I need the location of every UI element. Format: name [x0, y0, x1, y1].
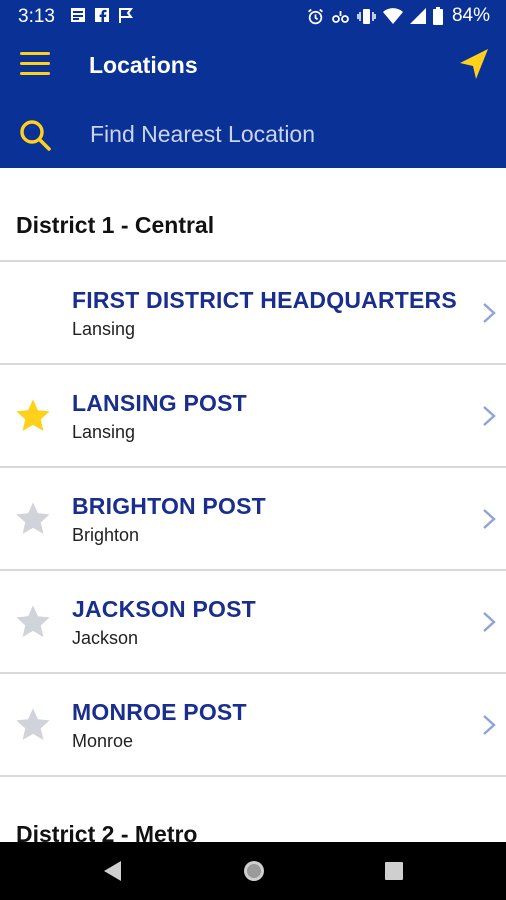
search-bar — [0, 100, 506, 168]
location-city: Jackson — [72, 628, 139, 648]
location-title: FIRST DISTRICT HEADQUARTERS — [72, 287, 457, 313]
app-bar: Locations — [0, 32, 506, 100]
district-name: District 1 - Central — [16, 212, 215, 238]
menu-icon-bar — [20, 52, 50, 55]
battery-icon — [432, 7, 443, 25]
wifi-icon — [382, 8, 403, 24]
chevron-right-icon — [483, 612, 496, 632]
location-row[interactable]: BRIGHTON POST Brighton — [0, 466, 506, 570]
system-icons: 84% — [307, 5, 490, 27]
star-empty-icon[interactable] — [14, 500, 52, 538]
star-empty-icon[interactable] — [14, 706, 52, 744]
location-city: Monroe — [72, 731, 134, 751]
status-bar: 3:13 84% — [0, 0, 506, 32]
location-title: JACKSON POST — [72, 596, 256, 622]
location-city: Lansing — [72, 319, 136, 339]
chevron-right-icon — [483, 715, 496, 735]
facebook-notification-icon — [95, 8, 109, 23]
location-title: BRIGHTON POST — [72, 493, 266, 519]
cell-signal-icon — [409, 8, 426, 24]
star-empty-icon[interactable] — [14, 603, 52, 641]
back-icon[interactable] — [101, 860, 123, 882]
alarm-icon — [308, 8, 323, 24]
search-icon[interactable] — [18, 118, 52, 152]
recent-apps-icon[interactable] — [383, 860, 405, 882]
chevron-right-icon — [483, 406, 496, 426]
status-time: 3:13 — [18, 6, 55, 27]
menu-button[interactable] — [20, 52, 50, 78]
district-header: District 2 - Metro — [0, 775, 506, 842]
district-header: District 1 - Central — [0, 168, 506, 260]
flag-notification-icon — [119, 8, 133, 23]
page-title: Locations — [89, 52, 198, 78]
vibrate-icon — [357, 8, 376, 24]
menu-icon-bar — [20, 62, 50, 65]
notification-icons — [70, 7, 134, 23]
system-navigation-bar — [0, 842, 506, 900]
location-row[interactable]: FIRST DISTRICT HEADQUARTERS Lansing — [0, 260, 506, 364]
data-saver-icon — [332, 10, 349, 23]
location-city: Brighton — [72, 525, 140, 545]
location-row[interactable]: LANSING POST Lansing — [0, 363, 506, 467]
search-input[interactable] — [84, 114, 496, 154]
chevron-right-icon — [483, 303, 496, 323]
locations-list[interactable]: District 1 - Central FIRST DISTRICT HEAD… — [0, 168, 506, 842]
navigation-arrow-icon[interactable] — [458, 47, 490, 81]
news-notification-icon — [71, 8, 85, 22]
menu-icon-bar — [20, 72, 50, 75]
location-row[interactable]: JACKSON POST Jackson — [0, 569, 506, 673]
district-name: District 2 - Metro — [16, 821, 198, 842]
location-title: LANSING POST — [72, 390, 247, 416]
chevron-right-icon — [483, 509, 496, 529]
location-title: MONROE POST — [72, 699, 247, 725]
location-row[interactable]: MONROE POST Monroe — [0, 672, 506, 776]
location-city: Lansing — [72, 422, 136, 442]
home-icon[interactable] — [242, 859, 266, 883]
battery-percent: 84% — [451, 5, 490, 26]
star-filled-icon[interactable] — [14, 397, 52, 435]
